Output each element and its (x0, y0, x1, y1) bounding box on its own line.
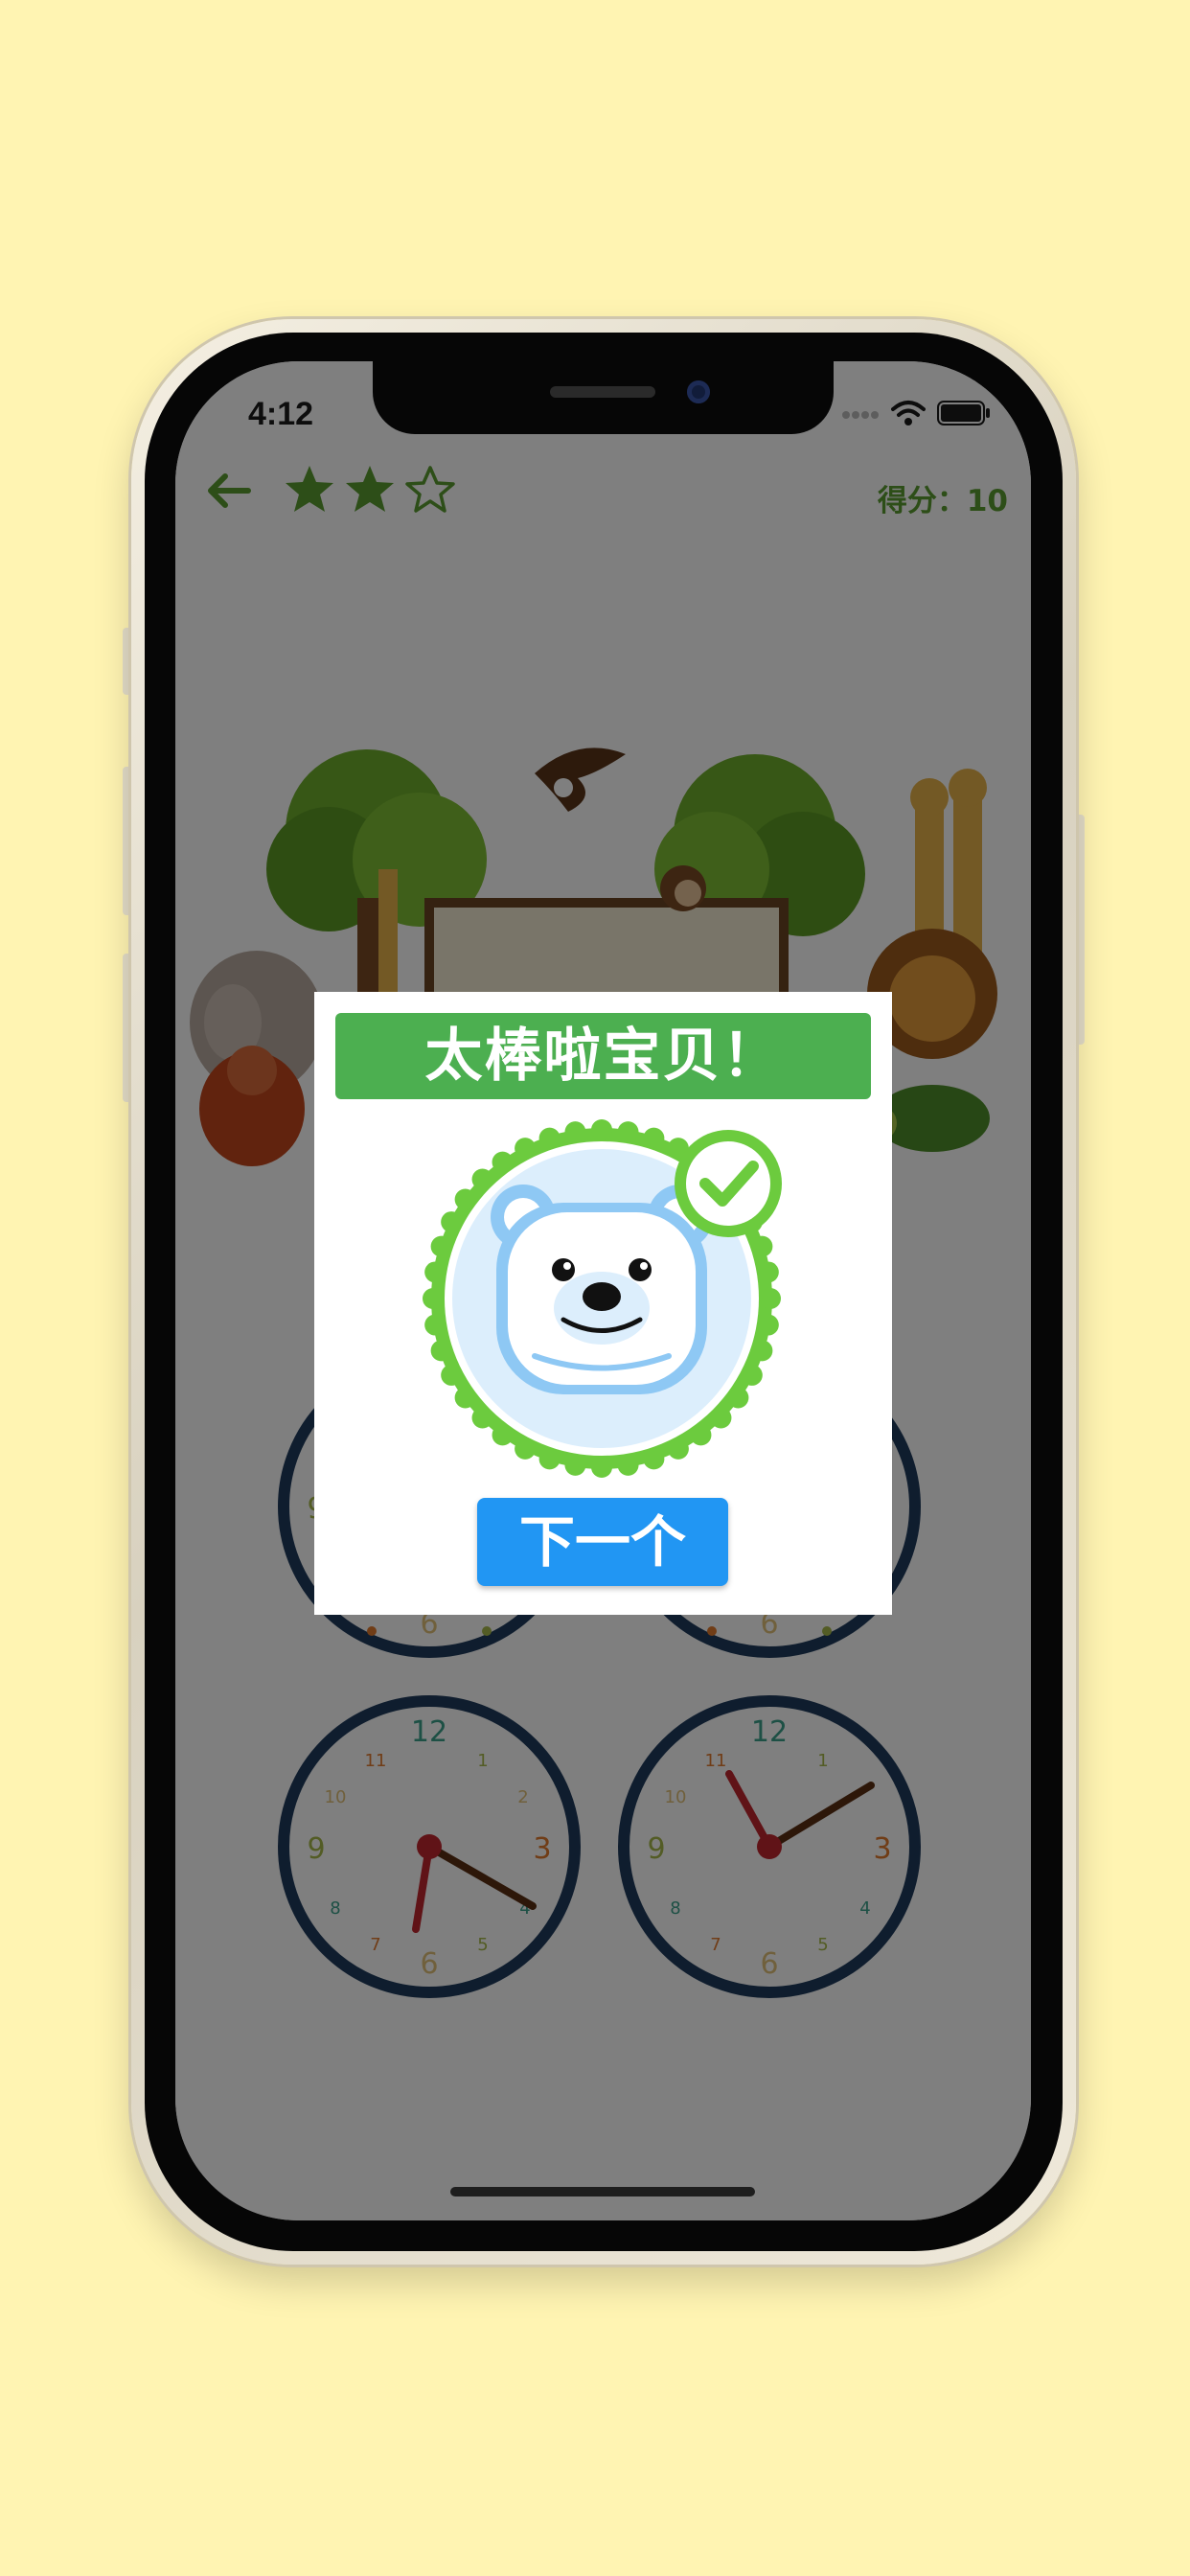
next-button[interactable]: 下一个 (477, 1498, 728, 1586)
check-circle-icon (675, 1130, 782, 1237)
power-button (1075, 815, 1085, 1045)
home-indicator[interactable] (450, 2187, 755, 2196)
notch (373, 361, 834, 434)
success-dialog: 太棒啦宝贝！ 下一个 (314, 992, 892, 1615)
speaker (550, 386, 655, 398)
dialog-title: 太棒啦宝贝！ (335, 1013, 871, 1099)
camera (687, 380, 710, 403)
app-screen: 4:12 得分：10 (175, 361, 1031, 2220)
